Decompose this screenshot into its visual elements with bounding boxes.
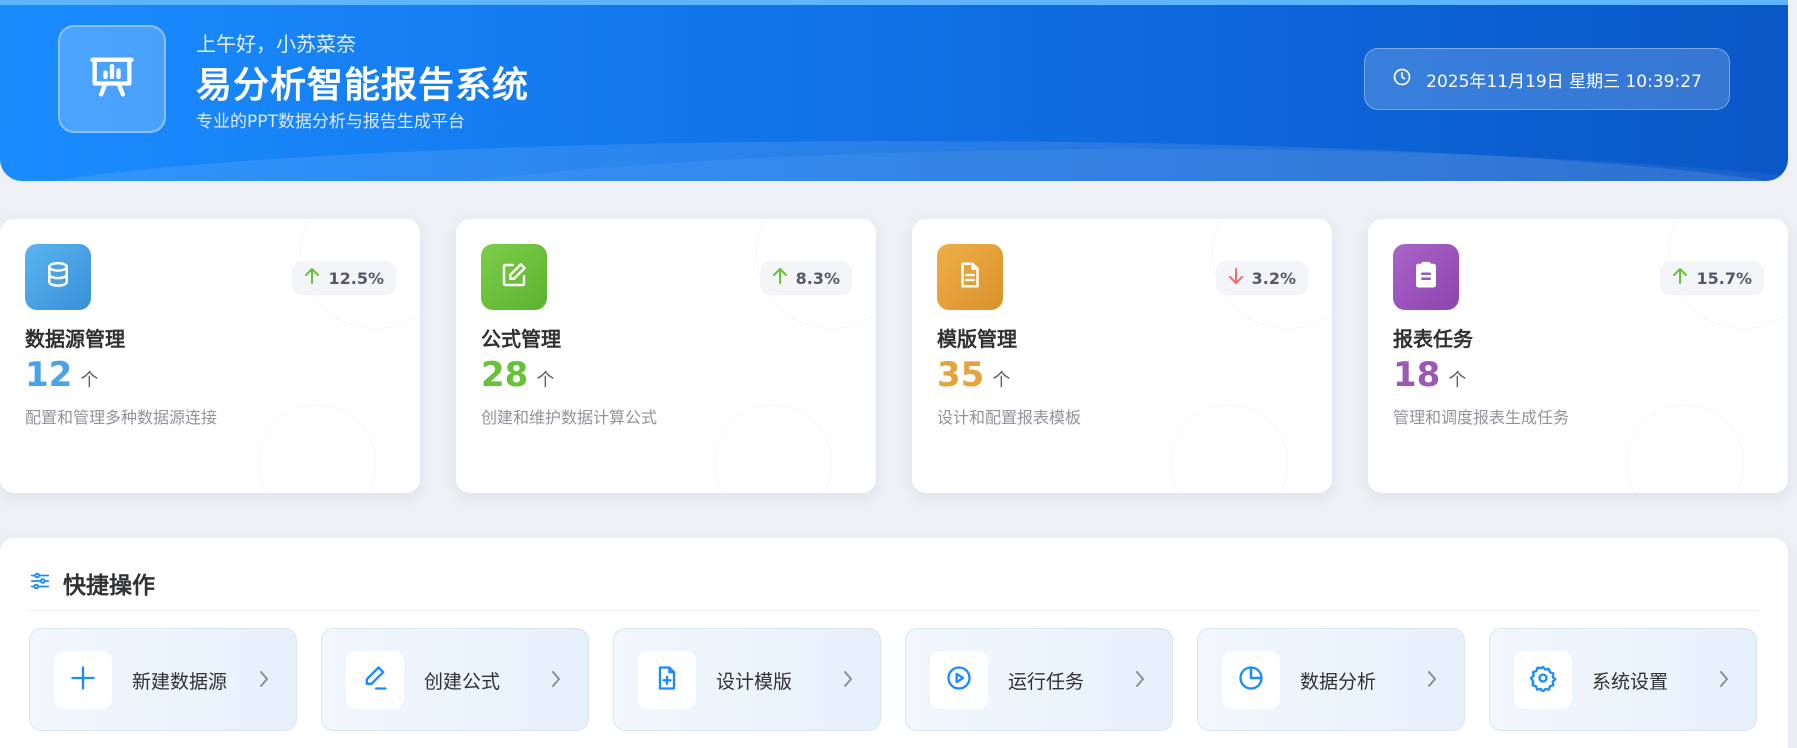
- card-unit: 个: [1448, 370, 1467, 391]
- header-banner: 上午好，小苏菜奈 易分析智能报告系统 专业的PPT数据分析与报告生成平台 202…: [0, 0, 1788, 181]
- action-icon-box: [638, 651, 696, 709]
- arrow-down-icon: [1228, 267, 1244, 289]
- file-plus-icon: [653, 664, 681, 696]
- card-icon-box: [481, 244, 547, 310]
- card-title: 公式管理: [481, 327, 561, 351]
- action-icon-box: [1222, 651, 1280, 709]
- action-label: 系统设置: [1592, 671, 1669, 693]
- database-icon: [43, 260, 73, 294]
- pie-chart-icon: [1237, 664, 1265, 696]
- clock-icon: [1392, 67, 1412, 92]
- action-data-analysis[interactable]: 数据分析: [1197, 628, 1465, 731]
- clipboard-icon: [1411, 260, 1441, 294]
- action-design-template[interactable]: 设计模版: [613, 628, 881, 731]
- action-new-datasource[interactable]: 新建数据源: [29, 628, 297, 731]
- banner-topline: [0, 0, 1788, 5]
- trend-value: 3.2%: [1251, 268, 1296, 288]
- card-count: 35: [937, 355, 985, 395]
- chevron-right-icon: [550, 669, 562, 693]
- quick-actions-panel: 快捷操作 新建数据源 创建公式 设计模版 运行任务 数据分析 系统设置: [0, 538, 1788, 748]
- card-title: 报表任务: [1393, 327, 1473, 351]
- card-title: 模版管理: [937, 327, 1017, 351]
- trend-badge: 15.7%: [1660, 261, 1764, 295]
- sliders-icon: [29, 570, 51, 596]
- app-title: 易分析智能报告系统: [196, 65, 530, 106]
- arrow-up-icon: [772, 267, 788, 289]
- arrow-up-icon: [304, 267, 320, 289]
- document-icon: [955, 260, 985, 294]
- card-icon-box: [1393, 244, 1459, 310]
- edit-icon: [499, 260, 529, 294]
- card-value: 18 个: [1393, 355, 1466, 395]
- divider: [29, 610, 1759, 611]
- greeting-text: 上午好，小苏菜奈: [196, 32, 356, 56]
- datetime-text: 2025年11月19日 星期三 10:39:27: [1426, 71, 1702, 92]
- card-icon-box: [937, 244, 1003, 310]
- card-decoration: [714, 404, 832, 493]
- stat-card-formula[interactable]: 8.3% 公式管理 28 个 创建和维护数据计算公式: [456, 219, 876, 493]
- presentation-chart-icon: [86, 51, 138, 107]
- card-icon-box: [25, 244, 91, 310]
- card-decoration: [1626, 404, 1744, 493]
- quick-actions-header: 快捷操作: [29, 566, 155, 600]
- action-run-task[interactable]: 运行任务: [905, 628, 1173, 731]
- trend-value: 12.5%: [328, 268, 384, 288]
- action-label: 设计模版: [716, 671, 793, 693]
- card-count: 12: [25, 355, 73, 395]
- quick-actions-title: 快捷操作: [63, 573, 155, 599]
- app-logo: [58, 25, 166, 133]
- card-value: 35 个: [937, 355, 1010, 395]
- card-title: 数据源管理: [25, 327, 125, 351]
- chevron-right-icon: [1718, 669, 1730, 693]
- card-value: 12 个: [25, 355, 98, 395]
- card-description: 设计和配置报表模板: [937, 408, 1082, 427]
- chevron-right-icon: [842, 669, 854, 693]
- card-value: 28 个: [481, 355, 554, 395]
- action-label: 数据分析: [1300, 671, 1377, 693]
- action-create-formula[interactable]: 创建公式: [321, 628, 589, 731]
- card-description: 配置和管理多种数据源连接: [25, 408, 218, 427]
- action-label: 运行任务: [1008, 671, 1085, 693]
- action-label: 创建公式: [424, 671, 501, 693]
- play-circle-icon: [945, 664, 973, 696]
- chevron-right-icon: [258, 669, 270, 693]
- card-count: 28: [481, 355, 529, 395]
- action-system-settings[interactable]: 系统设置: [1489, 628, 1757, 731]
- action-icon-box: [1514, 651, 1572, 709]
- stat-card-template[interactable]: 3.2% 模版管理 35 个 设计和配置报表模板: [912, 219, 1332, 493]
- trend-value: 15.7%: [1696, 268, 1752, 288]
- action-icon-box: [54, 651, 112, 709]
- plus-icon: [69, 664, 97, 696]
- card-unit: 个: [80, 370, 99, 391]
- gear-icon: [1529, 664, 1557, 696]
- stat-card-datasource[interactable]: 12.5% 数据源管理 12 个 配置和管理多种数据源连接: [0, 219, 420, 493]
- banner-wave-decoration: [0, 141, 1788, 181]
- action-label: 新建数据源: [132, 671, 228, 693]
- trend-badge: 12.5%: [292, 261, 396, 295]
- card-decoration: [1170, 404, 1288, 493]
- trend-value: 8.3%: [795, 268, 840, 288]
- card-description: 管理和调度报表生成任务: [1393, 408, 1570, 427]
- card-count: 18: [1393, 355, 1441, 395]
- card-unit: 个: [536, 370, 555, 391]
- arrow-up-icon: [1672, 267, 1688, 289]
- chevron-right-icon: [1134, 669, 1146, 693]
- trend-badge: 3.2%: [1215, 261, 1308, 295]
- card-description: 创建和维护数据计算公式: [481, 408, 658, 427]
- card-unit: 个: [992, 370, 1011, 391]
- action-icon-box: [346, 651, 404, 709]
- trend-badge: 8.3%: [759, 261, 852, 295]
- chevron-right-icon: [1426, 669, 1438, 693]
- pen-icon: [361, 664, 389, 696]
- stat-card-report-task[interactable]: 15.7% 报表任务 18 个 管理和调度报表生成任务: [1368, 219, 1788, 493]
- app-subtitle: 专业的PPT数据分析与报告生成平台: [196, 112, 465, 132]
- card-decoration: [258, 404, 376, 493]
- datetime-display: 2025年11月19日 星期三 10:39:27: [1364, 48, 1730, 110]
- action-icon-box: [930, 651, 988, 709]
